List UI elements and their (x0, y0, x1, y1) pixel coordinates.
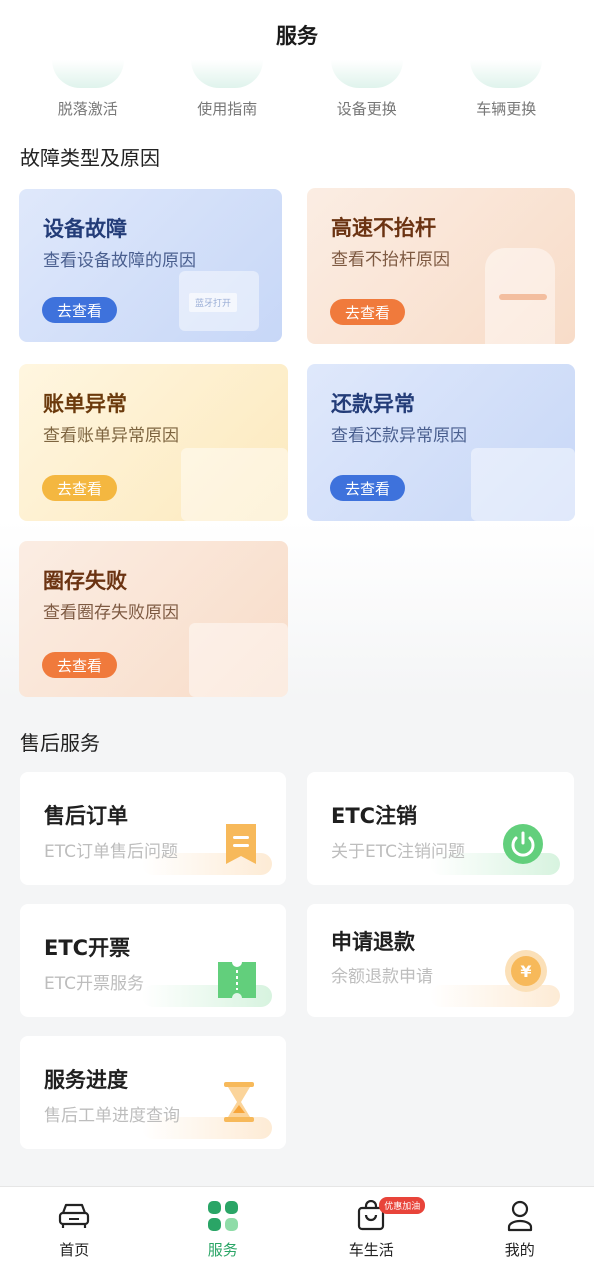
guide-icon (191, 60, 264, 88)
svg-text:¥: ¥ (520, 962, 531, 981)
card-subtitle: 查看设备故障的原因 (43, 251, 196, 271)
card-title: 申请退款 (331, 930, 415, 954)
car-icon (57, 1199, 91, 1233)
service-card-progress[interactable]: 服务进度 售后工单进度查询 (20, 1036, 286, 1149)
tab-home[interactable]: 首页 (0, 1187, 148, 1280)
quick-links-row: 脱落激活 使用指南 设备更换 车辆更换 (0, 60, 594, 130)
tab-label: 车生活 (348, 1241, 394, 1259)
card-title: 圈存失败 (43, 569, 127, 593)
quick-link-label: 使用指南 (197, 100, 258, 118)
card-title: 账单异常 (43, 392, 127, 416)
tab-service[interactable]: 服务 (149, 1187, 297, 1280)
card-subtitle: ETC开票服务 (44, 974, 144, 994)
quick-link-device-replace[interactable]: 设备更换 (307, 60, 427, 130)
card-subtitle: 查看还款异常原因 (331, 426, 467, 446)
view-button[interactable]: 去查看 (42, 652, 117, 678)
grid-icon (206, 1199, 240, 1233)
fault-card-barrier[interactable]: 高速不抬杆 查看不抬杆原因 去查看 (307, 188, 575, 344)
card-title: 高速不抬杆 (331, 216, 436, 240)
bill-illustration (181, 448, 288, 521)
card-title: 售后订单 (44, 804, 128, 828)
tab-label: 我的 (504, 1241, 535, 1259)
after-sales-section-title: 售后服务 (20, 731, 100, 755)
card-subtitle: ETC订单售后问题 (44, 842, 178, 862)
bookmark-icon (222, 822, 260, 866)
quick-link-activation[interactable]: 脱落激活 (28, 60, 148, 130)
tab-label: 服务 (207, 1241, 238, 1259)
power-icon (501, 822, 545, 866)
quick-link-label: 设备更换 (336, 100, 397, 118)
card-title: 服务进度 (44, 1068, 128, 1092)
view-button[interactable]: 去查看 (42, 297, 117, 323)
view-button[interactable]: 去查看 (42, 475, 117, 501)
card-title: ETC注销 (331, 804, 418, 828)
card-subtitle: 查看不抬杆原因 (331, 250, 450, 270)
fault-card-load-fail[interactable]: 圈存失败 查看圈存失败原因 去查看 (19, 541, 288, 697)
card-subtitle: 售后工单进度查询 (44, 1106, 180, 1126)
yuan-coin-icon: ¥ (503, 948, 549, 994)
fault-section-title: 故障类型及原因 (20, 146, 160, 170)
service-card-etc-cancel[interactable]: ETC注销 关于ETC注销问题 (307, 772, 574, 885)
tab-mine[interactable]: 我的 (446, 1187, 594, 1280)
card-subtitle: 查看账单异常原因 (43, 426, 179, 446)
service-card-refund[interactable]: ¥ 申请退款 余额退款申请 (307, 904, 574, 1017)
user-icon (503, 1199, 537, 1233)
promo-badge: 优惠加油 (379, 1197, 426, 1214)
hourglass-icon (222, 1080, 256, 1124)
fault-card-bill[interactable]: 账单异常 查看账单异常原因 去查看 (19, 364, 288, 521)
card-subtitle: 查看圈存失败原因 (43, 603, 179, 623)
quick-link-vehicle-replace[interactable]: 车辆更换 (446, 60, 566, 130)
service-card-after-sales-order[interactable]: 售后订单 ETC订单售后问题 (20, 772, 286, 885)
fault-card-device[interactable]: 蓝牙打开 设备故障 查看设备故障的原因 去查看 (19, 189, 282, 342)
quick-link-label: 车辆更换 (476, 100, 537, 118)
quick-link-guide[interactable]: 使用指南 (167, 60, 287, 130)
fault-card-repayment[interactable]: 还款异常 查看还款异常原因 去查看 (307, 364, 575, 521)
phone-illustration (471, 448, 575, 521)
barrier-arm (499, 294, 547, 300)
device-replace-icon (330, 60, 403, 88)
card-subtitle: 余额退款申请 (331, 967, 433, 987)
page-title: 服务 (276, 24, 318, 48)
card-title: 还款异常 (331, 392, 415, 416)
card-title: ETC开票 (44, 936, 131, 960)
card-subtitle: 关于ETC注销问题 (331, 842, 465, 862)
vehicle-replace-icon (470, 60, 543, 88)
card-illustration (189, 623, 288, 697)
view-button[interactable]: 去查看 (330, 299, 405, 325)
quick-link-label: 脱落激活 (57, 100, 118, 118)
bluetooth-deco-label: 蓝牙打开 (189, 293, 238, 312)
service-card-etc-invoice[interactable]: ETC开票 ETC开票服务 (20, 904, 286, 1017)
activation-icon (51, 60, 124, 88)
tab-label: 首页 (59, 1241, 90, 1259)
card-title: 设备故障 (43, 217, 127, 241)
tab-car-life[interactable]: 优惠加油 车生活 (297, 1187, 445, 1280)
ticket-icon (216, 960, 258, 1000)
view-button[interactable]: 去查看 (330, 475, 405, 501)
bottom-tab-bar: 首页 服务 优惠加油 车生活 我的 (0, 1186, 594, 1280)
